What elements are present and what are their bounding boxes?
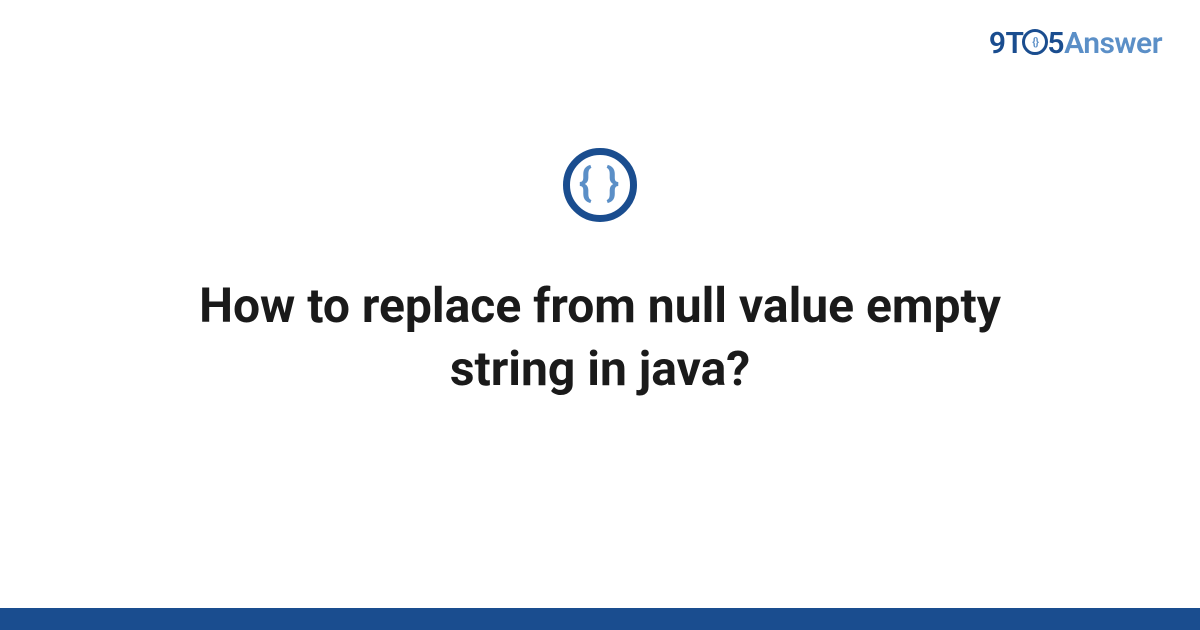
logo-o-icon — [1022, 29, 1048, 55]
logo-text-9t: 9T — [989, 26, 1024, 61]
site-logo: 9T 5Answer — [989, 26, 1162, 61]
main-content: { } How to replace from null value empty… — [0, 148, 1200, 401]
logo-text-answer: Answer — [1064, 26, 1162, 61]
logo-text-5: 5 — [1047, 26, 1064, 61]
footer-bar — [0, 608, 1200, 630]
category-braces-icon: { } — [563, 148, 637, 222]
question-title: How to replace from null value empty str… — [140, 274, 1060, 401]
braces-glyph: { } — [579, 163, 621, 203]
